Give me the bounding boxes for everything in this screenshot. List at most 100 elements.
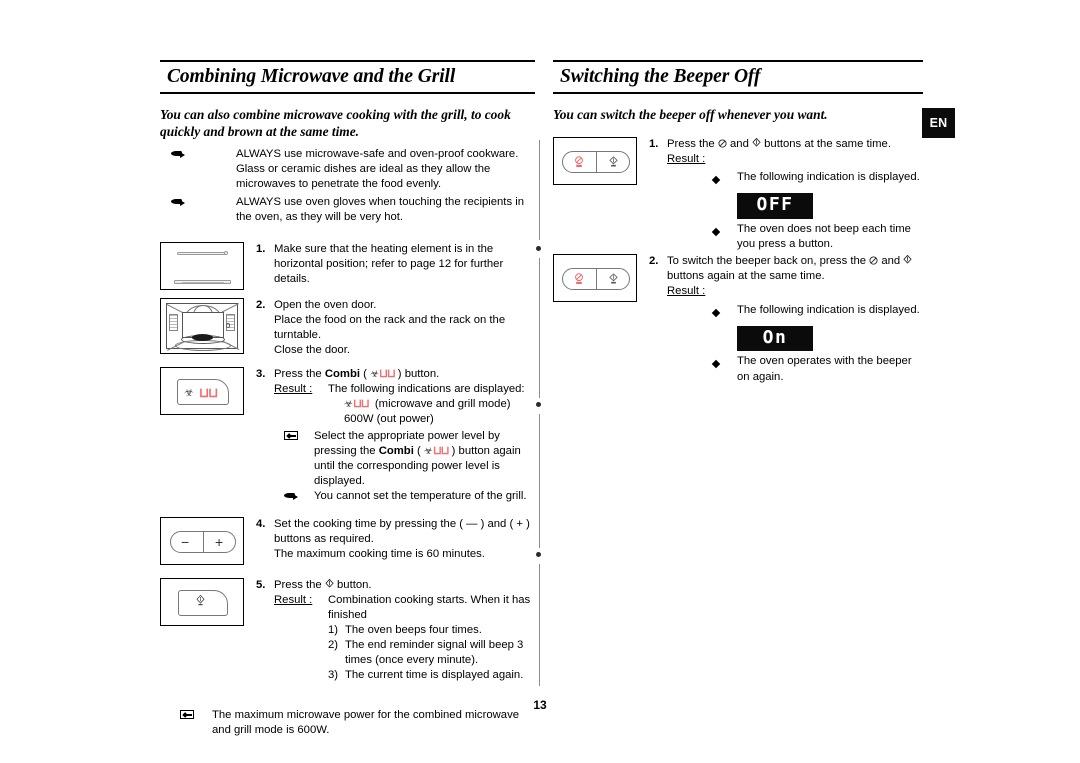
result-sub-list: 1) The oven beeps four times. 2) The end… <box>274 623 535 683</box>
step-text: Set the cooking time by pressing the ( —… <box>274 517 535 562</box>
step-number: 3. <box>256 367 266 380</box>
language-badge: EN <box>922 108 955 138</box>
step-text: Press the and buttons at the same time. … <box>667 137 923 252</box>
hand-pointer-icon <box>160 147 236 158</box>
plus-icon: + <box>215 533 224 550</box>
result-label: Result : <box>667 285 706 298</box>
hand-pointer-icon <box>274 489 314 501</box>
document-page: EN Combining Microwave and the Grill You… <box>0 0 1080 763</box>
result-label: Result : <box>274 382 313 395</box>
warning-row: ALWAYS use oven gloves when touching the… <box>160 195 535 225</box>
left-intro-text: You can also combine microwave cooking w… <box>160 106 511 139</box>
start-glyph-icon <box>752 137 761 147</box>
step-text: To switch the beeper back on, press the … <box>667 254 923 384</box>
page-title-right: Switching the Beeper Off <box>553 60 923 94</box>
step-line: Place the food on the rack and the rack … <box>274 313 506 341</box>
note-text: Select the appropriate power level by pr… <box>314 430 521 488</box>
footer-note-text: The maximum microwave power for the comb… <box>212 709 520 737</box>
sub-item-text: The current time is displayed again. <box>345 669 524 682</box>
page-title-left: Combining Microwave and the Grill <box>160 60 535 94</box>
microwave-glyph-icon: ☣ <box>344 399 353 410</box>
result-bullet: The oven operates with the beeper on aga… <box>667 354 923 384</box>
start-icon <box>196 594 205 605</box>
figure-minus-plus-buttons: − + <box>160 516 244 565</box>
figure-oven-interior <box>160 297 244 354</box>
sub-item-text: The oven beeps four times. <box>345 623 482 636</box>
warning-text: ALWAYS use oven gloves when touching the… <box>236 196 525 224</box>
hand-pointer-icon <box>160 195 236 206</box>
result-bullet: The following indication is displayed. <box>667 303 923 321</box>
start-glyph-icon <box>903 255 912 264</box>
result-bullet-text: The following indication is displayed. <box>737 171 920 184</box>
step-lead-post: button. <box>333 578 372 591</box>
result-bullet-text: The following indication is displayed. <box>737 303 920 316</box>
column-divider-segment <box>539 258 541 398</box>
step-4: − + 4. Set the cooking time by pressing … <box>160 516 535 565</box>
divider-dot <box>536 246 541 251</box>
column-divider-segment <box>539 140 541 240</box>
figure-stop-start-buttons <box>553 254 637 303</box>
stop-icon <box>575 156 583 167</box>
step-5: 5. Press the button. Result : Combinatio… <box>160 577 535 684</box>
step-number: 4. <box>256 517 266 530</box>
result-sub-item: 2) The end reminder signal will beep 3 t… <box>328 638 535 668</box>
figure-stop-start-buttons <box>553 136 637 185</box>
right-column: Switching the Beeper Off You can switch … <box>553 60 923 385</box>
footer-note-row: The maximum microwave power for the comb… <box>160 708 535 738</box>
grill-wave-icon: ⊔⊔ <box>199 384 218 400</box>
note-row: You cannot set the temperature of the gr… <box>274 489 535 504</box>
step-text: Press the Combi ( ☣⊔⊔ ) button. Result :… <box>274 367 535 505</box>
result-label: Result : <box>274 593 313 606</box>
start-glyph-icon <box>325 578 334 588</box>
result-bullet: The oven does not beep each time you pre… <box>667 222 923 252</box>
note-text: You cannot set the temperature of the gr… <box>314 490 527 503</box>
column-divider-segment <box>539 564 541 686</box>
combi-label: Combi <box>324 367 361 380</box>
step-lead: To switch the beeper back on, press the … <box>667 254 923 284</box>
start-icon <box>609 273 618 284</box>
step-line: Open the oven door. <box>274 298 377 311</box>
grill-glyph-icon: ⊔⊔ <box>379 367 396 380</box>
stop-glyph-icon <box>718 139 727 148</box>
microwave-glyph-icon: ☣ <box>423 446 433 458</box>
microwave-note-icon <box>274 429 314 441</box>
lcd-display-off: OFF <box>737 193 813 220</box>
result-bullet-text: The oven operates with the beeper on aga… <box>737 355 912 383</box>
minus-icon: − <box>181 533 190 550</box>
step-lead-pre: To switch the beeper back on, press the <box>667 255 870 268</box>
step-lead-post: button. <box>401 367 440 380</box>
warning-text: ALWAYS use microwave-safe and oven-proof… <box>236 148 519 191</box>
column-divider-segment <box>539 414 541 548</box>
stop-glyph-icon <box>869 256 878 265</box>
sub-item-number: 2) <box>328 638 339 651</box>
step-text: Open the oven door. Place the food on th… <box>274 298 535 358</box>
page-number: 13 <box>533 698 547 712</box>
stop-icon <box>575 273 583 285</box>
diamond-bullet-icon <box>711 170 737 188</box>
start-icon <box>609 156 618 167</box>
step-line: Close the door. <box>274 343 350 356</box>
lcd-display-wrap: On <box>667 325 923 352</box>
step-lead-mid: and <box>878 255 904 268</box>
right-intro-text: You can switch the beeper off whenever y… <box>553 106 828 122</box>
step-lead: Press the button. <box>274 578 535 593</box>
result-value: Combination cooking starts. When it has … <box>328 593 531 621</box>
result-sub-item: 1) The oven beeps four times. <box>328 623 535 638</box>
result-label: Result : <box>667 153 706 166</box>
result-item: 600W (out power) <box>344 413 434 426</box>
step-line: Set the cooking time by pressing the ( —… <box>274 517 530 545</box>
microwave-icon: ☣ <box>184 386 194 399</box>
step-number: 5. <box>256 578 266 591</box>
result-row: Result : The following indications are d… <box>274 382 535 397</box>
step-number: 2. <box>256 298 266 311</box>
step-lead: Press the and buttons at the same time. <box>667 137 923 152</box>
left-column: Combining Microwave and the Grill You ca… <box>160 60 535 738</box>
step-number: 1. <box>649 137 659 150</box>
result-bullet: The following indication is displayed. <box>667 170 923 188</box>
divider-dot <box>536 552 541 557</box>
grill-glyph-icon: ⊔⊔ <box>432 445 450 458</box>
divider-dot <box>536 402 541 407</box>
step-3: ☣ ⊔⊔ 3. Press the Combi ( ☣⊔⊔ ) button. … <box>160 366 535 505</box>
result-item: ☣⊔⊔ (microwave and grill mode) <box>274 397 535 412</box>
grill-glyph-icon: ⊔⊔ <box>352 398 370 410</box>
